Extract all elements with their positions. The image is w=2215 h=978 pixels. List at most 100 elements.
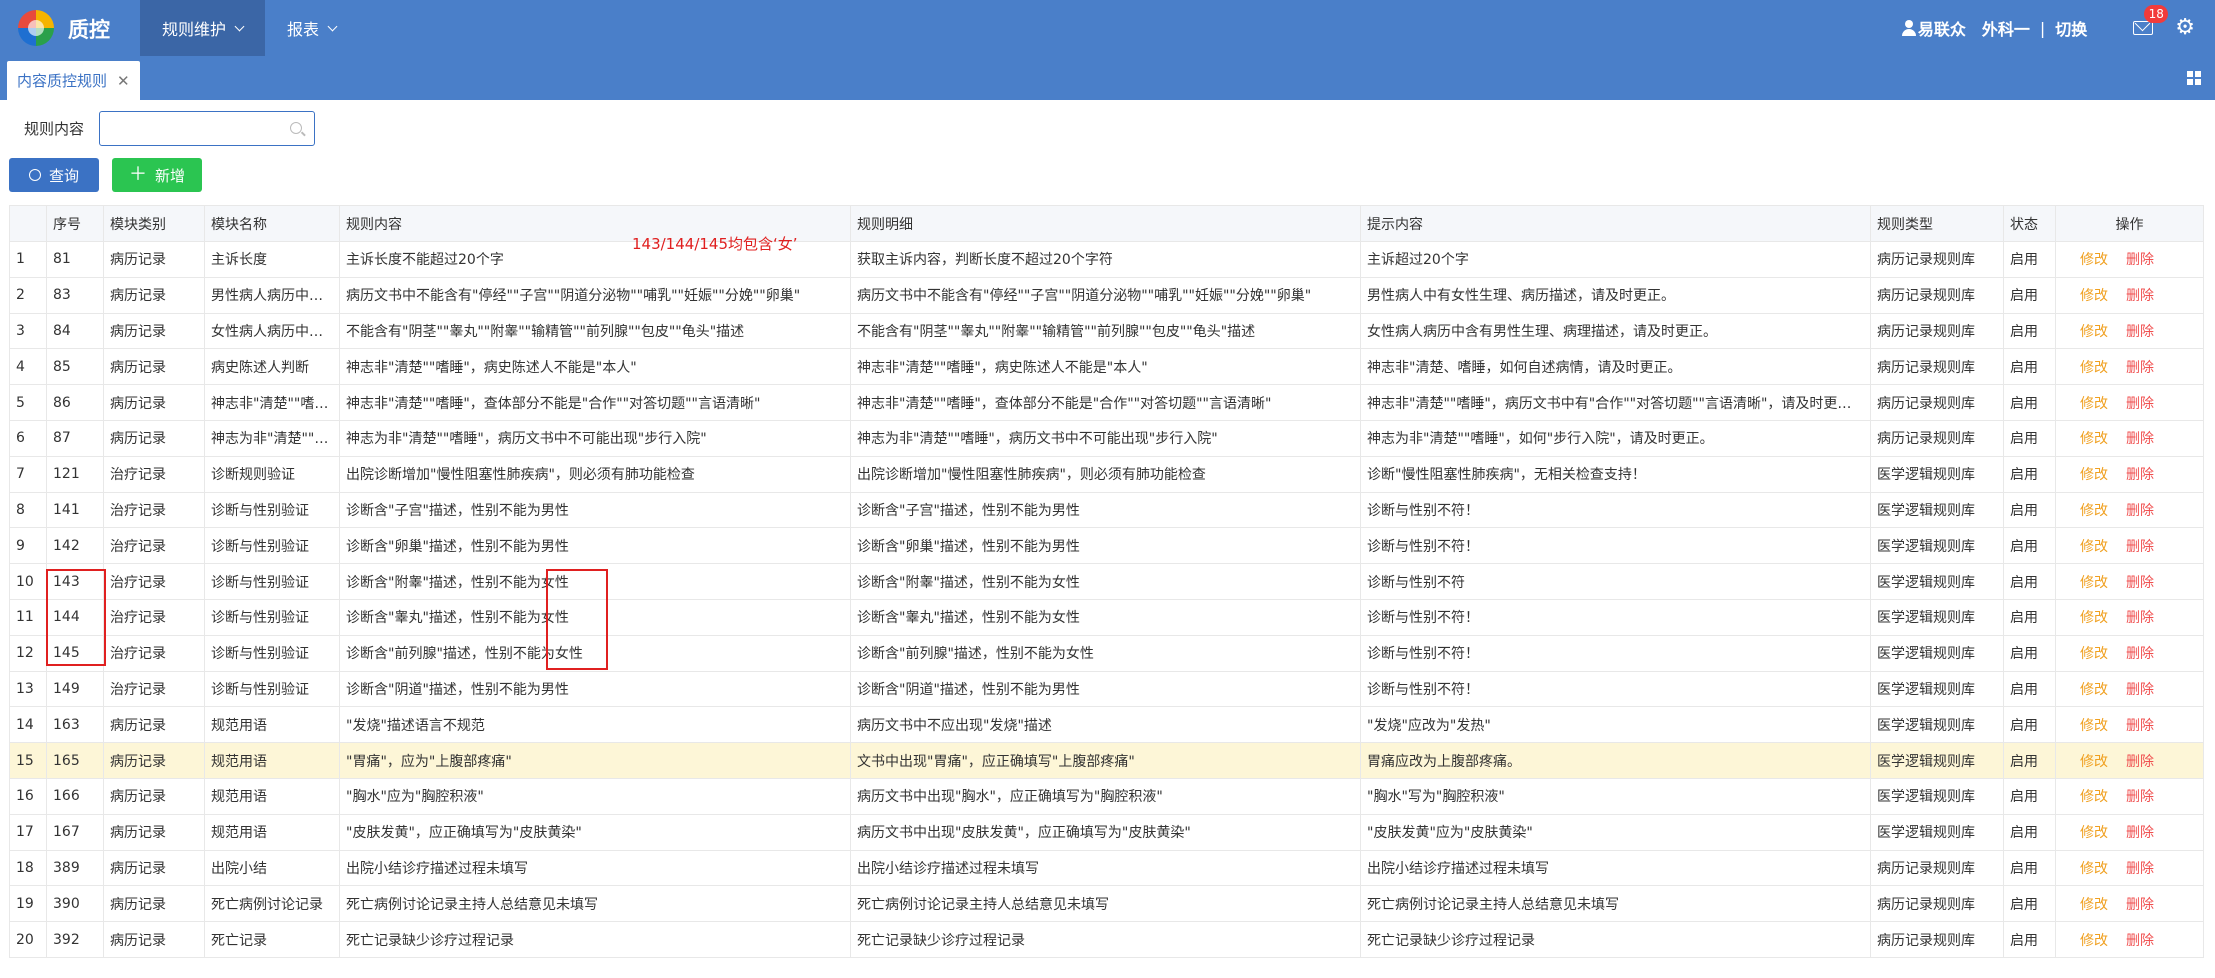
gear-icon[interactable]: ⚙ (2175, 17, 2195, 39)
query-button[interactable]: 查询 (9, 158, 99, 192)
table-cell: 男性病人中有女性生理、病历描述，请及时更正。 (1360, 276, 1871, 314)
table-row[interactable]: 14 163 病历记录 规范用语 "发烧"描述语言不规范 病历文书中不应出现"发烧"描述 "… (9, 706, 2204, 744)
logo-icon (18, 10, 54, 46)
edit-button[interactable]: 修改 (2080, 252, 2108, 268)
table-row[interactable]: 7 121 治疗记录 诊断规则验证 出院诊断增加"慢性阻塞性肺疾病"，则必须有肺功能检查… (9, 455, 2204, 493)
edit-button[interactable]: 修改 (2080, 539, 2108, 555)
delete-button[interactable]: 删除 (2126, 431, 2154, 447)
delete-button[interactable]: 删除 (2126, 897, 2154, 913)
table-cell: 启用 (2003, 634, 2056, 672)
add-button[interactable]: ＋ 新增 (112, 158, 202, 192)
delete-button[interactable]: 删除 (2126, 503, 2154, 519)
table-row[interactable]: 586病历记录神志非"清楚""嗜睡"查体部分神志非"清楚""嗜睡"，查体部分不能… (9, 384, 2204, 421)
column-header (9, 205, 47, 242)
delete-button[interactable]: 删除 (2126, 360, 2154, 376)
edit-button[interactable]: 修改 (2080, 789, 2108, 805)
column-header: 提示内容 (1360, 205, 1871, 242)
table-row[interactable]: 12 145 治疗记录 诊断与性别验证 诊断含"前列腺"描述，性别不能为女性 诊断含"前列… (9, 634, 2204, 672)
delete-button[interactable]: 删除 (2126, 754, 2154, 770)
edit-button[interactable]: 修改 (2080, 646, 2108, 662)
rule-content-input[interactable] (99, 111, 315, 146)
delete-button[interactable]: 删除 (2126, 467, 2154, 483)
tab-bar: 内容质控规则 ✕ (0, 56, 2215, 100)
table-row[interactable]: 17 167 病历记录 规范用语 "皮肤发黄"，应正确填写为"皮肤黄染" 病历文书中出现"… (9, 813, 2204, 851)
delete-button[interactable]: 删除 (2126, 933, 2154, 949)
close-icon[interactable]: ✕ (117, 72, 130, 90)
delete-button[interactable]: 删除 (2126, 610, 2154, 626)
actions-cell: 修改 删除 (2055, 777, 2204, 815)
table-cell: 规范用语 (204, 813, 340, 851)
edit-button[interactable]: 修改 (2080, 754, 2108, 770)
table-cell: 病历记录 (103, 813, 205, 851)
mail-icon[interactable]: 18 (2133, 5, 2169, 35)
table-row[interactable]: 9 142 治疗记录 诊断与性别验证 诊断含"卵巢"描述，性别不能为男性 诊断含"卵巢"描… (9, 527, 2204, 565)
table-row[interactable]: 20 392 病历记录 死亡记录 死亡记录缺少诊疗过程记录 死亡记录缺少诊疗过程记录 死亡记… (9, 921, 2204, 958)
table-row[interactable]: 11 144 治疗记录 诊断与性别验证 诊断含"睾丸"描述，性别不能为女性 诊断含"睾丸"… (9, 598, 2204, 636)
table-cell: 病历记录规则库 (1870, 241, 2004, 278)
edit-button[interactable]: 修改 (2080, 431, 2108, 447)
delete-button[interactable]: 删除 (2126, 288, 2154, 304)
delete-button[interactable]: 删除 (2126, 646, 2154, 662)
rules-table: 序号 模块类别 模块名称 规则内容 规则明细 提示内容 规则类型 状态 操作 1 81 病历记录 主诉… (9, 205, 2204, 958)
table-cell: 167 (46, 813, 104, 851)
delete-button[interactable]: 删除 (2126, 575, 2154, 591)
delete-button[interactable]: 删除 (2126, 252, 2154, 268)
delete-button[interactable]: 删除 (2126, 682, 2154, 698)
table-cell: 出院小结诊疗描述过程未填写 (1360, 849, 1871, 887)
edit-button[interactable]: 修改 (2080, 933, 2108, 949)
table-row[interactable]: 4 85 病历记录 病史陈述人判断 神志非"清楚""嗜睡"，病史陈述人不能是"本人" 神志… (9, 348, 2204, 386)
table-cell: 死亡病例讨论记录主持人总结意见未填写 (339, 885, 851, 923)
edit-button[interactable]: 修改 (2080, 575, 2108, 591)
edit-button[interactable]: 修改 (2080, 467, 2108, 483)
switch-button[interactable]: 切换 (2055, 16, 2087, 40)
edit-button[interactable]: 修改 (2080, 503, 2108, 519)
edit-button[interactable]: 修改 (2080, 718, 2108, 734)
table-row[interactable]: 18 389 病历记录 出院小结 出院小结诊疗描述过程未填写 出院小结诊疗描述过程未填写出… (9, 849, 2204, 887)
edit-button[interactable]: 修改 (2080, 682, 2108, 698)
table-row[interactable]: 10 143 治疗记录 诊断与性别验证 诊断含"附睾"描述，性别不能为女性 诊断含"附睾"… (9, 563, 2204, 600)
nav-reports[interactable]: 报表 (265, 0, 358, 56)
edit-button[interactable]: 修改 (2080, 396, 2108, 412)
delete-button[interactable]: 删除 (2126, 324, 2154, 340)
edit-button[interactable]: 修改 (2080, 288, 2108, 304)
table-cell: 启用 (2003, 491, 2056, 529)
table-cell: 启用 (2003, 241, 2056, 278)
table-row[interactable]: 8 141 治疗记录 诊断与性别验证 诊断含"子宫"描述，性别不能为男性 诊断含"子宫"描… (9, 491, 2204, 529)
table-row[interactable]: 19 390 病历记录 死亡病例讨论记录 死亡病例讨论记录主持人总结意见未填写 死亡病例讨… (9, 885, 2204, 923)
edit-button[interactable]: 修改 (2080, 825, 2108, 841)
column-header: 状态 (2003, 205, 2056, 242)
delete-button[interactable]: 删除 (2126, 861, 2154, 877)
nav-rule-maintenance[interactable]: 规则维护 (140, 0, 266, 56)
edit-button[interactable]: 修改 (2080, 610, 2108, 626)
grid-icon[interactable] (2187, 71, 2201, 85)
nav-label: 报表 (287, 20, 320, 39)
tab-content-rules[interactable]: 内容质控规则 ✕ (7, 61, 140, 100)
edit-button[interactable]: 修改 (2080, 360, 2108, 376)
delete-button[interactable]: 删除 (2126, 825, 2154, 841)
delete-button[interactable]: 删除 (2126, 718, 2154, 734)
table-cell: 不能含有"阴茎""睾丸""附睾""输精管""前列腺""包皮""龟头"描述 (850, 312, 1361, 350)
delete-button[interactable]: 删除 (2126, 789, 2154, 805)
table-cell: 启用 (2003, 921, 2056, 958)
table-row[interactable]: 687病历记录神志为非"清楚""嗜睡"步行入院神志为非"清楚""嗜睡"，病历文书… (9, 419, 2204, 457)
user-name[interactable]: 易联众 (1918, 16, 1966, 40)
table-row[interactable]: 283病历记录男性病人病历中含有女性生理描述病历文书中不能含有"停经""子宫""… (9, 276, 2204, 314)
table-cell: 神志非"清楚""嗜睡"，查体部分不能是"合作""对答切题""言语清晰" (339, 384, 851, 421)
edit-button[interactable]: 修改 (2080, 324, 2108, 340)
edit-button[interactable]: 修改 (2080, 861, 2108, 877)
table-cell: 诊断与性别验证 (204, 563, 340, 600)
actions-cell: 修改 删除 (2055, 670, 2204, 708)
table-cell: 治疗记录 (103, 491, 205, 529)
table-cell: 9 (9, 527, 47, 565)
table-row[interactable]: 1 81 病历记录 主诉长度 主诉长度不能超过20个字 获取主诉内容，判断长度不超过20个… (9, 241, 2204, 278)
table-row[interactable]: 384病历记录女性病人病历中含有男性生理描述不能含有"阴茎""睾丸""附睾""输… (9, 312, 2204, 350)
table-row[interactable]: 16 166 病历记录 规范用语 "胸水"应为"胸腔积液" 病历文书中出现"胸水"，应正确… (9, 777, 2204, 815)
delete-button[interactable]: 删除 (2126, 396, 2154, 412)
table-row[interactable]: 13 149 治疗记录 诊断与性别验证 诊断含"阴道"描述，性别不能为男性 诊断含"阴道"… (9, 670, 2204, 708)
edit-button[interactable]: 修改 (2080, 897, 2108, 913)
table-row[interactable]: 15 165 病历记录 规范用语 "胃痛"，应为"上腹部疼痛" 文书中出现"胃痛"，应正确… (9, 742, 2204, 779)
table-cell: 病历文书中不能含有"停经""子宫""阴道分泌物""哺乳""妊娠""分娩""卵巢" (850, 276, 1361, 314)
table-cell: 病历记录规则库 (1870, 384, 2004, 421)
delete-button[interactable]: 删除 (2126, 539, 2154, 555)
table-cell: 启用 (2003, 384, 2056, 421)
